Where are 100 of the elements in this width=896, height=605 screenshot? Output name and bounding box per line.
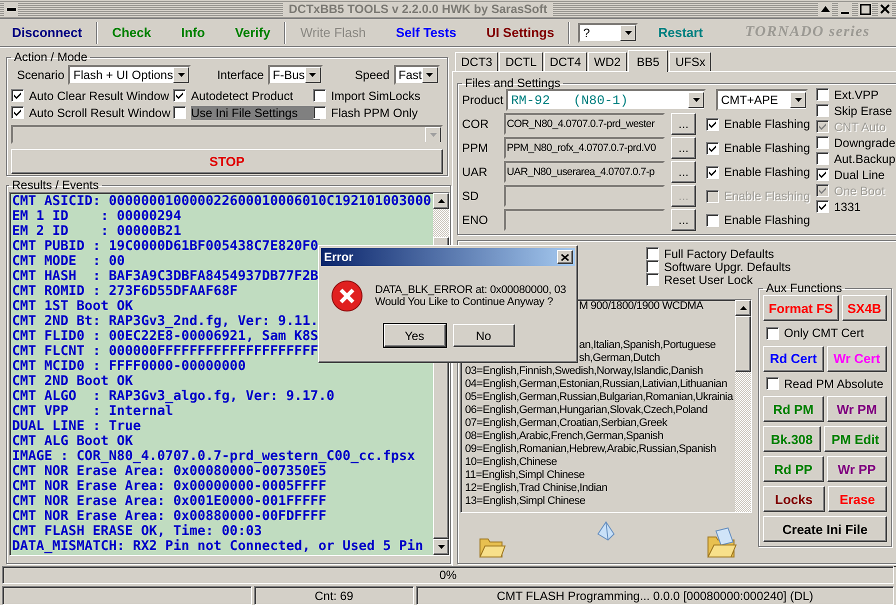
close-button[interactable] xyxy=(557,250,573,264)
mode-dropdown[interactable]: CMT+APE xyxy=(716,89,808,111)
checkbox[interactable] xyxy=(706,166,719,178)
checkbox[interactable] xyxy=(766,326,779,340)
minimize-button[interactable] xyxy=(838,2,852,16)
checkbox[interactable] xyxy=(766,377,779,390)
folder-document-icon[interactable] xyxy=(706,527,738,559)
toolbar-button[interactable]: UI Settings xyxy=(478,22,562,43)
checkbox[interactable] xyxy=(816,104,829,117)
checkbox[interactable] xyxy=(11,106,24,119)
field-label: PPM xyxy=(462,141,490,155)
checkbox-label: Enable Flashing xyxy=(724,141,810,155)
browse-button[interactable]: ... xyxy=(671,137,696,159)
tab[interactable]: DCT4 xyxy=(544,52,588,71)
tab[interactable]: WD2 xyxy=(588,52,627,71)
toolbar-button[interactable]: Self Tests xyxy=(388,22,464,43)
function-button[interactable]: Locks xyxy=(763,486,825,512)
checkbox-label: Only CMT Cert xyxy=(784,326,864,340)
log-line: EM 2 ID : 00000B21 xyxy=(12,224,182,239)
list-line: 04=English,German,Estonian,Russian,Lativian,Lithuanian xyxy=(465,378,728,390)
dropdown-arrow-icon xyxy=(426,73,434,77)
dropdown[interactable]: F-Bus xyxy=(268,65,323,85)
checkbox-label: Auto Scroll Result Window xyxy=(29,106,170,120)
checkbox[interactable] xyxy=(706,118,719,130)
checkbox[interactable] xyxy=(173,106,186,119)
check-icon xyxy=(175,91,184,100)
log-line: CMT 1ST Boot OK xyxy=(12,299,133,314)
list-line: 07=English,German,Croatian,Serbian,Greek xyxy=(465,417,668,429)
up-arrow-icon xyxy=(740,306,746,310)
log-line: CMT FLID0 : 00EC22E8-00006921, Sam K8S xyxy=(12,329,318,344)
function-button[interactable]: Rd Cert xyxy=(763,346,824,372)
tab[interactable]: UFSx xyxy=(669,52,712,71)
dropdown[interactable]: Fast xyxy=(394,65,440,85)
checkbox-label: Enable Flashing xyxy=(724,165,810,179)
checkbox[interactable] xyxy=(816,200,829,213)
progress-text: 0% xyxy=(439,568,457,582)
checkbox[interactable] xyxy=(816,152,829,165)
list-line: 12=English,Trad Chinise,Indian xyxy=(465,482,608,494)
group-title: Files and Settings xyxy=(464,76,562,90)
up-arrow-icon xyxy=(820,6,830,12)
checkbox[interactable] xyxy=(706,214,719,226)
dialog-button[interactable]: Yes xyxy=(384,324,446,347)
log-line: CMT NOR Erase Area: 0x00880000-00FDFFFF xyxy=(12,509,326,524)
help-dropdown[interactable]: ? xyxy=(578,22,638,42)
scrollbar[interactable] xyxy=(735,300,751,512)
checkbox-label: Enable Flashing xyxy=(724,213,810,227)
window-menu-button[interactable] xyxy=(4,2,18,16)
checkbox[interactable] xyxy=(11,89,24,102)
toolbar-button[interactable]: Disconnect xyxy=(4,22,90,43)
tab[interactable]: DCTL xyxy=(499,52,543,71)
maximize-button[interactable] xyxy=(858,2,872,16)
checkbox[interactable] xyxy=(706,142,719,154)
checkbox[interactable] xyxy=(816,136,829,149)
check-icon xyxy=(708,120,717,128)
file-path-field[interactable]: COR_N80_4.0707.0.7-prd_wester xyxy=(504,113,666,135)
check-icon xyxy=(708,168,717,176)
dropdown-arrow-icon xyxy=(309,73,316,77)
list-line: M 900/1800/1900 WCDMA xyxy=(579,300,704,312)
browse-button[interactable]: ... xyxy=(671,161,696,183)
status-text: Cnt: 69 xyxy=(254,586,414,605)
function-button[interactable]: Create Ini File xyxy=(763,516,887,542)
log-line: DUAL LINE : True xyxy=(12,419,141,434)
checkbox[interactable] xyxy=(646,247,659,260)
log-line: CMT ALGO : RAP3Gv3_algo.fg, Ver: 9.17.0 xyxy=(12,389,334,404)
rollup-button[interactable] xyxy=(818,2,832,16)
checkbox-label: Auto Clear Result Window xyxy=(29,88,170,102)
checkbox-label: Autodetect Product xyxy=(191,88,294,102)
function-button[interactable]: Wr PP xyxy=(826,456,888,482)
tab[interactable]: BB5 xyxy=(628,50,668,72)
file-path-field[interactable] xyxy=(504,185,666,207)
checkbox-label: Flash PPM Only xyxy=(331,106,418,120)
list-line: 05=English,German,Russian,Bulgarian,Romanian,Ukrainia xyxy=(465,391,733,403)
check-icon xyxy=(818,122,827,131)
checkbox[interactable] xyxy=(816,168,829,181)
checkbox[interactable] xyxy=(173,89,186,102)
close-button[interactable] xyxy=(878,2,892,16)
file-path-field[interactable]: UAR_N80_userarea_4.0707.0.7-p xyxy=(504,161,666,183)
checkbox[interactable] xyxy=(313,106,326,119)
file-path-field[interactable] xyxy=(504,209,666,231)
file-path-field[interactable]: PPM_N80_rofx_4.0707.0.7-prd.V0 xyxy=(504,137,666,159)
tab[interactable]: DCT3 xyxy=(455,52,498,71)
group-title: Aux Functions xyxy=(765,281,844,295)
log-line: CMT NOR Erase Area: 0x00000000-0005FFFF xyxy=(12,479,326,494)
checkbox-label: Read PM Absolute xyxy=(784,376,884,391)
minimize-icon xyxy=(841,12,849,14)
log-line: CMT ASICID: 000000010000022600010006010C192101003000 xyxy=(12,194,432,209)
checkbox[interactable] xyxy=(646,260,659,273)
browse-button[interactable]: ... xyxy=(671,113,696,135)
product-dropdown[interactable]: RM-92 (N80-1) xyxy=(506,89,706,111)
dropdown[interactable]: Flash + UI Options xyxy=(68,65,192,85)
checkbox[interactable] xyxy=(646,273,659,286)
dialog-button[interactable]: No xyxy=(452,324,514,347)
field-label: ENO xyxy=(462,213,490,227)
checkbox[interactable] xyxy=(313,89,326,102)
browse-button[interactable]: ... xyxy=(671,209,696,231)
group-title: Action / Mode xyxy=(13,50,88,64)
function-button[interactable]: Wr PM xyxy=(826,396,888,422)
field-label: Interface xyxy=(217,68,264,82)
checkbox[interactable] xyxy=(816,88,829,101)
log-line: CMT VPP : Internal xyxy=(12,404,174,419)
